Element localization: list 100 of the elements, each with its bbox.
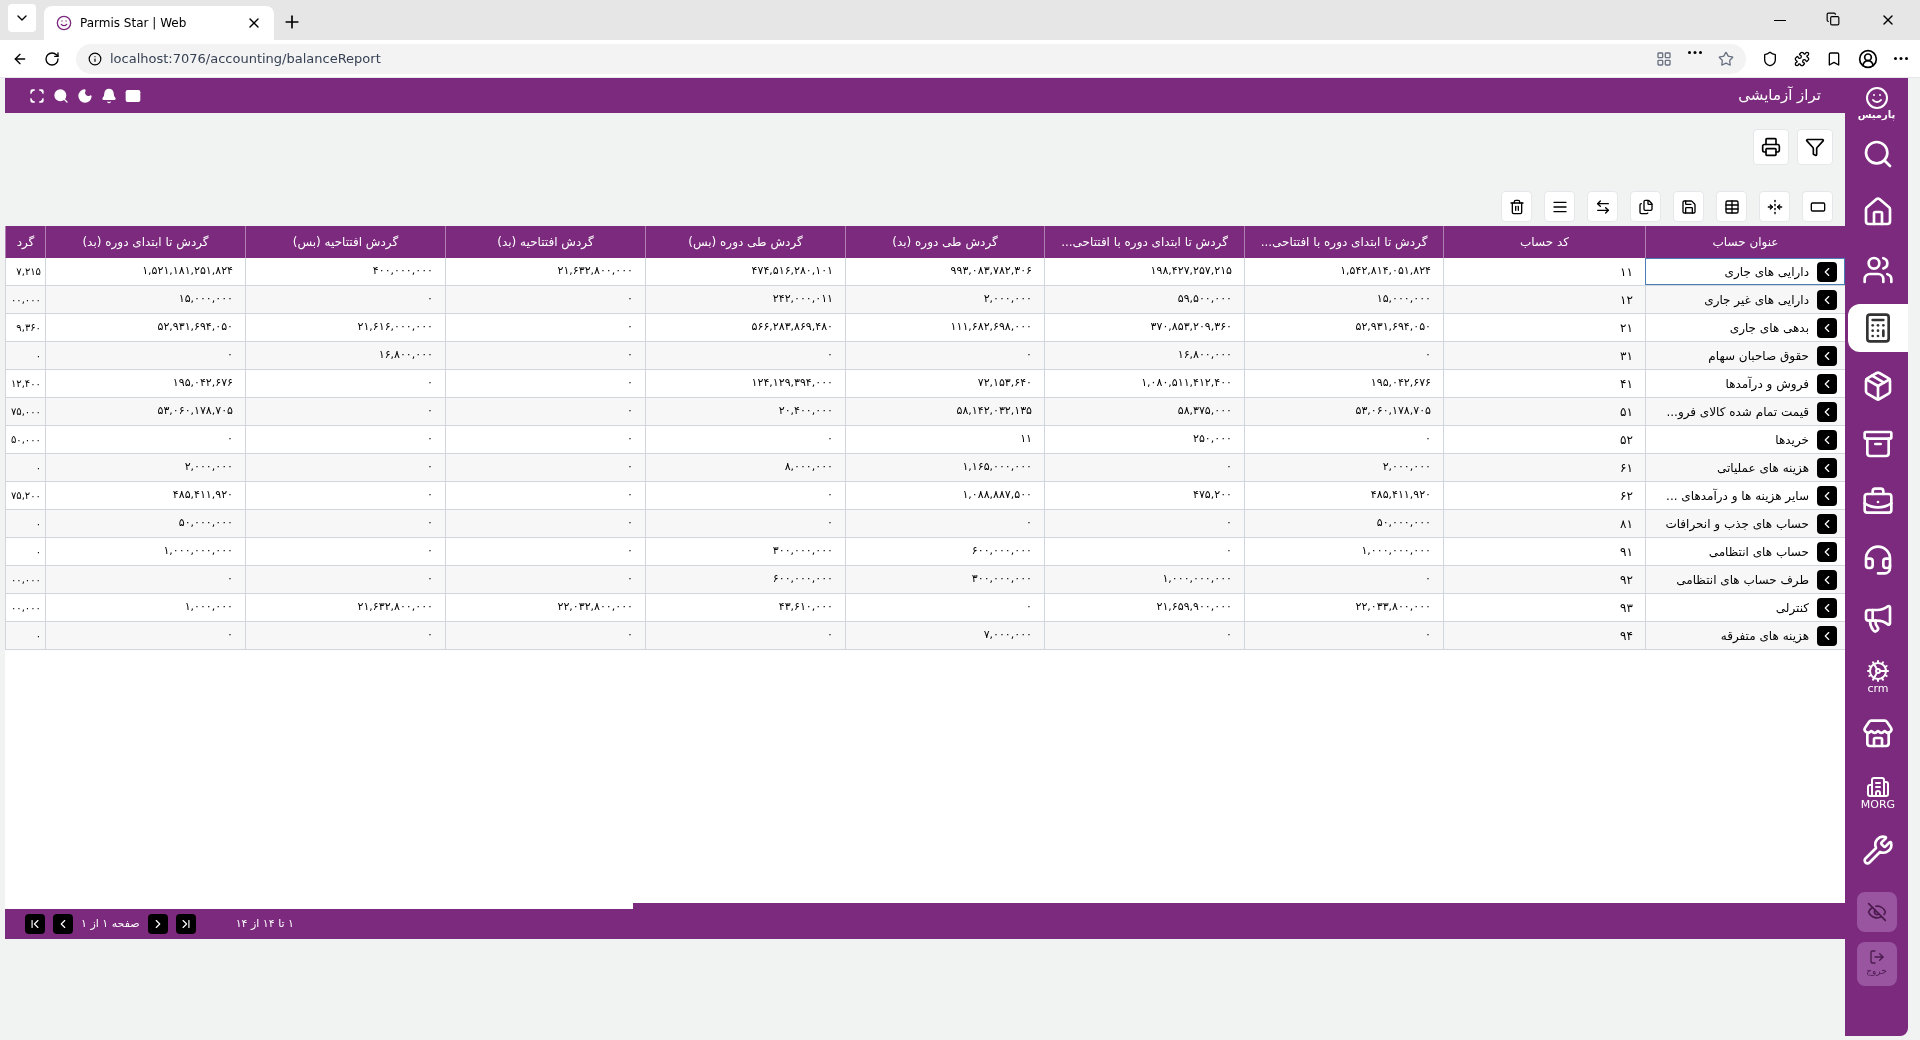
expand-button[interactable] <box>1817 429 1837 450</box>
sidebar-item[interactable]: MORG <box>1848 768 1908 816</box>
table-cell: ۱,۱۶۵,۰۰۰,۰۰۰ <box>845 454 1044 481</box>
account-title-cell[interactable]: دارایی های جاری <box>1645 258 1845 285</box>
table-cell: ۰ <box>1244 426 1443 453</box>
expand-button[interactable] <box>1817 401 1837 422</box>
table-cell: ۱۶,۸۰۰,۰۰۰ <box>245 342 445 369</box>
toolbar-button[interactable] <box>1759 191 1790 222</box>
toolbar-button[interactable] <box>1501 191 1532 222</box>
headset-icon <box>1862 544 1894 576</box>
table-cell: ۱۵,۰۰۰,۰۰۰ <box>45 286 245 313</box>
table-cell: ۰ <box>1244 622 1443 649</box>
table-cell: ۰ <box>445 286 645 313</box>
account-title: کنترلی <box>1775 599 1809 617</box>
logo-icon <box>1864 86 1889 110</box>
box-icon <box>1862 370 1894 402</box>
table-cell: ۰ <box>1044 454 1244 481</box>
last-page-button[interactable] <box>175 914 196 934</box>
account-title-cell[interactable]: خریدها <box>1645 426 1845 453</box>
toolbar-button[interactable] <box>1716 191 1747 222</box>
next-page-button[interactable] <box>147 914 168 934</box>
table-cell: ۰۰,۰۰۰ <box>5 594 45 621</box>
first-page-button[interactable] <box>25 914 45 934</box>
table-cell: ۰ <box>645 482 845 509</box>
table-cell: ۲,۰۰۰,۰۰۰ <box>845 286 1044 313</box>
expand-button[interactable] <box>1817 317 1837 338</box>
expand-button[interactable] <box>1817 485 1837 506</box>
table-cell: ۹۹۳,۰۸۳,۷۸۲,۳۰۶ <box>845 258 1044 285</box>
toolbar-button[interactable] <box>1587 191 1618 222</box>
building-icon <box>1866 774 1890 799</box>
ellipsis-icon <box>1688 50 1702 54</box>
sidebar-item[interactable] <box>1848 304 1908 352</box>
account-title: سایر هزینه ها و درآمدهای ... <box>1666 487 1809 505</box>
swap-icon <box>1594 198 1611 215</box>
sidebar-item[interactable]: crm <box>1848 652 1908 700</box>
account-title-cell[interactable]: هزینه های متفرقه <box>1645 622 1845 649</box>
expand-button[interactable] <box>1817 625 1837 646</box>
table-cell: ۵۸,۱۴۲,۰۳۲,۱۳۵ <box>845 398 1044 425</box>
expand-button[interactable] <box>1817 541 1837 562</box>
toolbar-button[interactable] <box>1630 191 1661 222</box>
table-cell: ۹۲ <box>1443 566 1645 593</box>
table-cell: ۷۵,۰۰۰ <box>5 398 45 425</box>
table-cell: ۵۸,۳۷۵,۰۰۰ <box>1044 398 1244 425</box>
print-button[interactable] <box>1753 129 1789 165</box>
table-cell: ۱۲,۴۰۰ <box>5 370 45 397</box>
table-cell: ۰ <box>445 370 645 397</box>
expand-button[interactable] <box>1817 289 1837 310</box>
table-cell: ۲۲,۰۳۳,۸۰۰,۰۰۰ <box>1244 594 1443 621</box>
account-title: خریدها <box>1775 431 1809 449</box>
expand-button[interactable] <box>1817 373 1837 394</box>
table-cell: ۰ <box>645 622 845 649</box>
account-title-cell[interactable]: بدهی های جاری <box>1645 314 1845 341</box>
expand-button[interactable] <box>1817 261 1837 282</box>
browser-tab[interactable]: Parmis Star | Web <box>44 6 274 40</box>
table-cell: ۰ <box>445 482 645 509</box>
account-title: فروش و درآمدها <box>1725 375 1809 393</box>
account-title-cell[interactable]: فروش و درآمدها <box>1645 370 1845 397</box>
account-title-cell[interactable]: هزینه های عملیاتی <box>1645 454 1845 481</box>
moon-icon <box>77 87 93 104</box>
table-cell: ۲۱ <box>1443 314 1645 341</box>
previous-page-button[interactable] <box>53 914 73 934</box>
expand-button[interactable] <box>1817 345 1837 366</box>
table-cell: ۰ <box>845 594 1044 621</box>
table-cell: ۰ <box>245 370 445 397</box>
table-cell: ۰ <box>5 538 45 565</box>
table-cell: ۷,۲۱۵ <box>5 258 45 285</box>
hide-button[interactable] <box>1856 892 1897 932</box>
account-title-cell[interactable]: سایر هزینه ها و درآمدهای ... <box>1645 482 1845 509</box>
table-cell: ۰ <box>5 622 45 649</box>
expand-button[interactable] <box>1817 457 1837 478</box>
account-title-cell[interactable]: حساب های انتظامی <box>1645 538 1845 565</box>
search-icon <box>1862 138 1894 170</box>
expand-button[interactable] <box>1817 513 1837 534</box>
table-cell: ۹,۳۶۰ <box>5 314 45 341</box>
account-title-cell[interactable]: حقوق صاحبان سهام <box>1645 342 1845 369</box>
expand-button[interactable] <box>1817 597 1837 618</box>
address-bar[interactable]: localhost:7076/accounting/balanceReport <box>76 43 1746 74</box>
table-cell: ۰ <box>245 566 445 593</box>
table-cell: ۰ <box>845 510 1044 537</box>
expand-button[interactable] <box>1817 569 1837 590</box>
account-title-cell[interactable]: طرف حساب های انتظامی <box>1645 566 1845 593</box>
toolbar-button[interactable] <box>1544 191 1575 222</box>
account-title-cell[interactable]: دارایی های غیر جاری <box>1645 286 1845 313</box>
filter-button[interactable] <box>1797 129 1833 165</box>
table-cell: ۰ <box>245 510 445 537</box>
table-cell: ۱۱ <box>845 426 1044 453</box>
account-title-cell[interactable]: حساب های جذب و انحرافات <box>1645 510 1845 537</box>
table-cell: ۵۲,۹۳۱,۶۹۴,۰۵۰ <box>1244 314 1443 341</box>
account-title: هزینه های متفرقه <box>1720 627 1809 645</box>
shield-icon <box>1762 50 1778 67</box>
table-cell: ۰۰,۰۰۰ <box>5 566 45 593</box>
account-title-cell[interactable]: کنترلی <box>1645 594 1845 621</box>
table-cell: ۴۸۵,۴۱۱,۹۲۰ <box>45 482 245 509</box>
table-cell: ۲,۰۰۰,۰۰۰ <box>1244 454 1443 481</box>
table-cell: ۱,۰۸۰,۵۱۱,۴۱۲,۴۰۰ <box>1044 370 1244 397</box>
toolbar-button[interactable] <box>1673 191 1704 222</box>
account-title-cell[interactable]: قیمت تمام شده کالای فرو... <box>1645 398 1845 425</box>
table-cell: ۱,۵۴۲,۸۱۴,۰۵۱,۸۲۴ <box>1244 258 1443 285</box>
toolbar-button[interactable] <box>1802 191 1833 222</box>
tab-list-button[interactable] <box>8 4 36 32</box>
